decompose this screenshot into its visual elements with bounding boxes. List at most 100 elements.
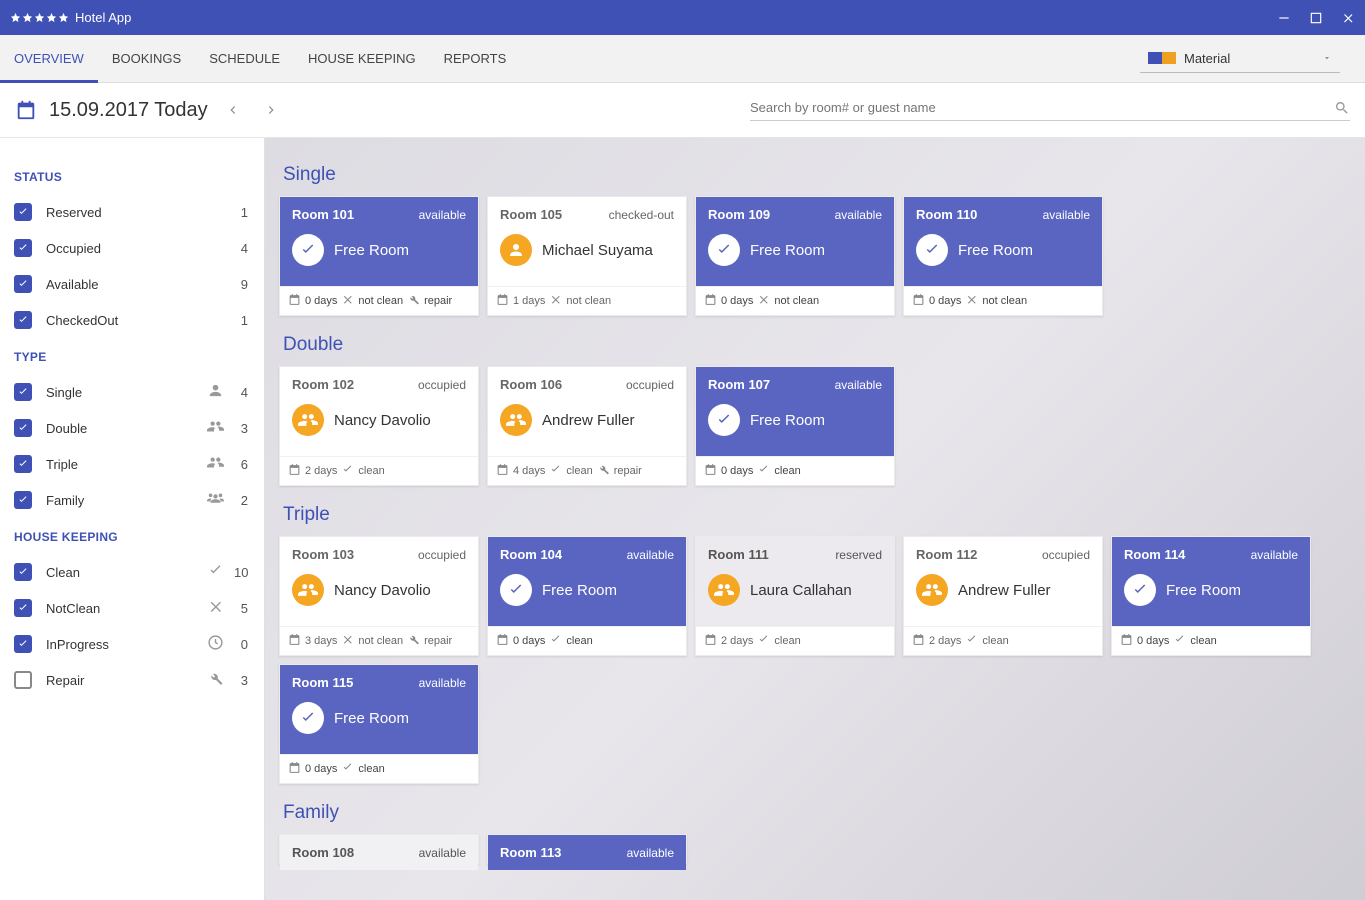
filter-notclean[interactable]: NotClean5 [14, 590, 248, 626]
room-card[interactable]: Room 113available [487, 834, 687, 864]
filter-triple[interactable]: Triple6 [14, 446, 248, 482]
filter-checkedout[interactable]: CheckedOut1 [14, 302, 248, 338]
tab-house-keeping[interactable]: HOUSE KEEPING [294, 35, 430, 83]
filter-label: Available [46, 277, 234, 292]
room-number: Room 109 [708, 207, 770, 222]
close-icon [207, 598, 234, 618]
clean-label: clean [1190, 635, 1216, 647]
group-avatar-icon [500, 404, 532, 436]
room-status: reserved [835, 548, 882, 562]
room-card[interactable]: Room 107availableFree Room0 daysclean [695, 366, 895, 486]
clean-label: clean [774, 465, 800, 477]
filter-count: 3 [234, 673, 248, 688]
guest-name: Nancy Davolio [334, 582, 431, 599]
checkbox-icon [14, 275, 32, 293]
calendar-icon[interactable] [15, 99, 37, 121]
room-status: occupied [418, 378, 466, 392]
filter-label: InProgress [46, 637, 207, 652]
theme-selector[interactable]: Material [1140, 45, 1340, 73]
room-card[interactable]: Room 114availableFree Room0 daysclean [1111, 536, 1311, 656]
filter-count: 4 [234, 241, 248, 256]
clean-label: clean [358, 763, 384, 775]
filter-single[interactable]: Single4 [14, 374, 248, 410]
filter-count: 10 [234, 565, 248, 580]
filter-clean[interactable]: Clean10 [14, 554, 248, 590]
room-status: available [627, 548, 674, 562]
room-card[interactable]: Room 101availableFree Room0 daysnot clea… [279, 196, 479, 316]
close-icon[interactable] [1341, 11, 1355, 25]
guest-name: Free Room [1166, 582, 1241, 599]
avatar-icon [500, 234, 532, 266]
search-icon[interactable] [1334, 100, 1350, 116]
room-card[interactable]: Room 110availableFree Room0 daysnot clea… [903, 196, 1103, 316]
check-circle-icon [708, 404, 740, 436]
minimize-icon[interactable] [1277, 11, 1291, 25]
group-title-triple: Triple [283, 504, 1355, 526]
filter-double[interactable]: Double 3 [14, 410, 248, 446]
toolbar-row: 15.09.2017 Today [0, 83, 1365, 138]
room-number: Room 108 [292, 845, 354, 860]
group-icon [207, 490, 234, 510]
prev-day-button[interactable] [226, 103, 240, 117]
card-footer: 2 daysclean [904, 626, 1102, 655]
clean-label: clean [774, 635, 800, 647]
people-icon [207, 418, 234, 438]
card-footer: 0 daysnot clean [696, 286, 894, 315]
room-card[interactable]: Room 103occupiedNancy Davolio3 daysnot c… [279, 536, 479, 656]
room-card[interactable]: Room 105checked-outMichael Suyama1 daysn… [487, 196, 687, 316]
calendar-small-icon [288, 633, 301, 649]
search-input[interactable] [750, 100, 1334, 115]
guest-name: Free Room [750, 242, 825, 259]
room-card[interactable]: Room 102occupiedNancy Davolio2 daysclean [279, 366, 479, 486]
tab-overview[interactable]: OVERVIEW [0, 35, 98, 83]
filter-label: Double [46, 421, 207, 436]
filter-reserved[interactable]: Reserved1 [14, 194, 248, 230]
maximize-icon[interactable] [1309, 11, 1323, 25]
guest-name: Free Room [750, 412, 825, 429]
room-card[interactable]: Room 115availableFree Room0 daysclean [279, 664, 479, 784]
calendar-small-icon [912, 633, 925, 649]
filter-family[interactable]: Family2 [14, 482, 248, 518]
days-label: 0 days [305, 763, 337, 775]
room-card[interactable]: Room 108available [279, 834, 479, 864]
filter-label: Occupied [46, 241, 234, 256]
next-day-button[interactable] [264, 103, 278, 117]
filter-count: 3 [234, 421, 248, 436]
app-title: Hotel App [75, 10, 131, 25]
room-status: occupied [626, 378, 674, 392]
tab-bookings[interactable]: BOOKINGS [98, 35, 195, 83]
days-label: 0 days [513, 635, 545, 647]
guest-name: Free Room [334, 242, 409, 259]
filter-label: NotClean [46, 601, 207, 616]
checkbox-icon [14, 563, 32, 581]
tab-reports[interactable]: REPORTS [430, 35, 521, 83]
filter-occupied[interactable]: Occupied4 [14, 230, 248, 266]
room-number: Room 115 [292, 675, 353, 690]
clock-icon [207, 634, 234, 654]
room-card[interactable]: Room 112occupiedAndrew Fuller2 daysclean [903, 536, 1103, 656]
room-number: Room 113 [500, 845, 561, 860]
room-card[interactable]: Room 111reservedLaura Callahan2 daysclea… [695, 536, 895, 656]
clean-status-icon [757, 463, 770, 479]
filter-inprogress[interactable]: InProgress 0 [14, 626, 248, 662]
tab-schedule[interactable]: SCHEDULE [195, 35, 294, 83]
room-status: occupied [1042, 548, 1090, 562]
room-status: checked-out [609, 208, 674, 222]
filter-available[interactable]: Available9 [14, 266, 248, 302]
days-label: 1 days [513, 295, 545, 307]
filter-label: Triple [46, 457, 207, 472]
filter-label: Family [46, 493, 207, 508]
checkbox-icon [14, 383, 32, 401]
room-number: Room 102 [292, 377, 354, 392]
room-card[interactable]: Room 109availableFree Room0 daysnot clea… [695, 196, 895, 316]
filter-repair[interactable]: Repair3 [14, 662, 248, 698]
room-card[interactable]: Room 106occupiedAndrew Fuller4 daysclean… [487, 366, 687, 486]
calendar-small-icon [288, 761, 301, 777]
filter-count: 1 [234, 205, 248, 220]
theme-label: Material [1184, 51, 1230, 66]
repair-label: repair [424, 295, 452, 307]
room-card[interactable]: Room 104availableFree Room0 daysclean [487, 536, 687, 656]
calendar-small-icon [704, 633, 717, 649]
filter-count: 0 [234, 637, 248, 652]
wrench-icon [407, 293, 420, 309]
